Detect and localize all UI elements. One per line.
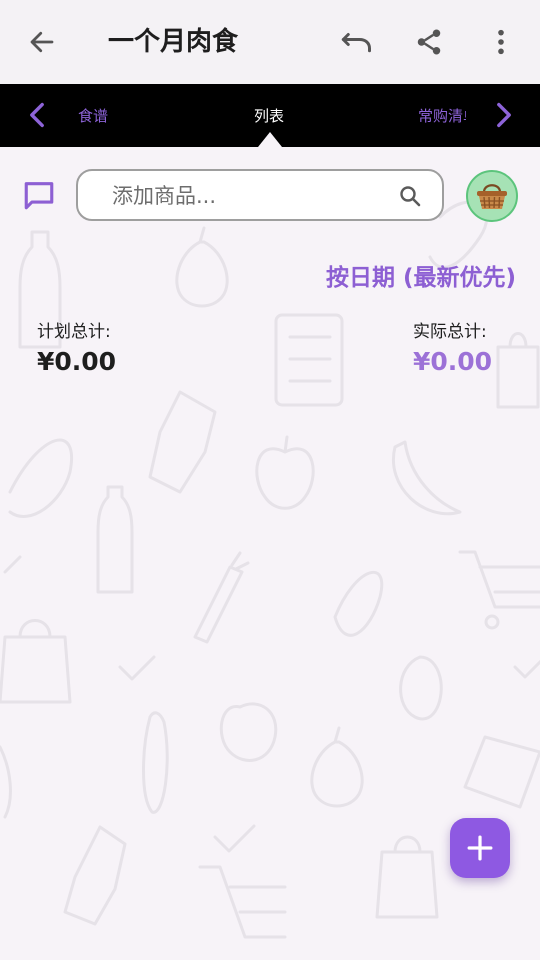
planned-total-label: 计划总计: (37, 322, 111, 342)
search-icon[interactable] (398, 184, 422, 208)
add-item-search (76, 169, 444, 221)
tab-strip: 食谱 列表 常购清单 (0, 84, 540, 147)
active-tab-indicator (258, 132, 282, 147)
add-item-input[interactable] (112, 181, 382, 211)
chat-icon (24, 182, 54, 210)
tab-next-button[interactable] (489, 100, 519, 130)
basket-icon (477, 184, 507, 209)
tab-recipes[interactable]: 食谱 (78, 106, 108, 126)
undo-button[interactable] (335, 20, 379, 64)
more-options-button[interactable] (479, 20, 523, 64)
planned-total-value: ¥0.00 (37, 347, 117, 376)
back-button[interactable] (20, 20, 64, 64)
tab-prev-button[interactable] (22, 100, 52, 130)
tab-list[interactable]: 列表 (254, 106, 284, 126)
share-icon (417, 29, 441, 55)
arrow-left-icon (30, 31, 54, 53)
plus-icon (467, 835, 493, 861)
undo-icon (341, 33, 371, 53)
chevron-right-icon (497, 102, 511, 128)
comment-button[interactable] (20, 176, 58, 214)
top-app-bar: 一个月肉食 (0, 0, 540, 84)
page-title: 一个月肉食 (108, 27, 239, 57)
add-item-fab[interactable] (450, 818, 510, 878)
actual-total-label: 实际总计: (413, 322, 487, 342)
chevron-left-icon (30, 102, 44, 128)
share-button[interactable] (407, 20, 451, 64)
sort-selector[interactable]: 按日期 (最新优先) (326, 262, 516, 294)
basket-button[interactable] (466, 170, 518, 222)
actual-total-value: ¥0.00 (413, 347, 493, 376)
more-vertical-icon (498, 29, 504, 55)
tab-favorites[interactable]: 常购清单 (418, 106, 466, 126)
